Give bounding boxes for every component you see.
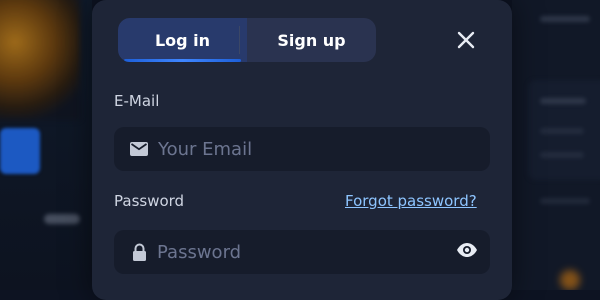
tab-sign-up[interactable]: Sign up — [247, 18, 376, 62]
password-field-container — [114, 230, 490, 274]
email-field-container — [114, 127, 490, 171]
tab-log-in[interactable]: Log in — [118, 18, 247, 62]
email-field[interactable] — [156, 137, 430, 161]
background-game-art — [0, 0, 80, 120]
background-text-line — [540, 128, 584, 134]
background-text-line — [540, 98, 586, 104]
background-text-line — [540, 152, 584, 158]
password-field[interactable] — [155, 240, 429, 264]
background-text-line — [540, 198, 590, 204]
close-icon — [457, 31, 475, 49]
background-text-line — [540, 16, 590, 22]
envelope-icon — [130, 142, 148, 156]
email-label: E-Mail — [114, 92, 160, 110]
tab-sign-up-label: Sign up — [277, 30, 346, 50]
background-pill — [44, 214, 80, 224]
forgot-password-link[interactable]: Forgot password? — [345, 192, 477, 210]
lock-icon — [132, 243, 147, 261]
password-label: Password — [114, 192, 185, 210]
background-glow — [560, 270, 580, 290]
tab-divider — [239, 26, 240, 54]
tab-log-in-label: Log in — [154, 30, 211, 50]
background-blue-button — [0, 128, 40, 174]
close-button[interactable] — [452, 26, 480, 54]
login-modal: Log in Sign up E-Mail Password Forgot pa… — [92, 0, 512, 300]
eye-icon[interactable] — [456, 242, 478, 258]
auth-tabs: Log in Sign up — [118, 18, 376, 62]
